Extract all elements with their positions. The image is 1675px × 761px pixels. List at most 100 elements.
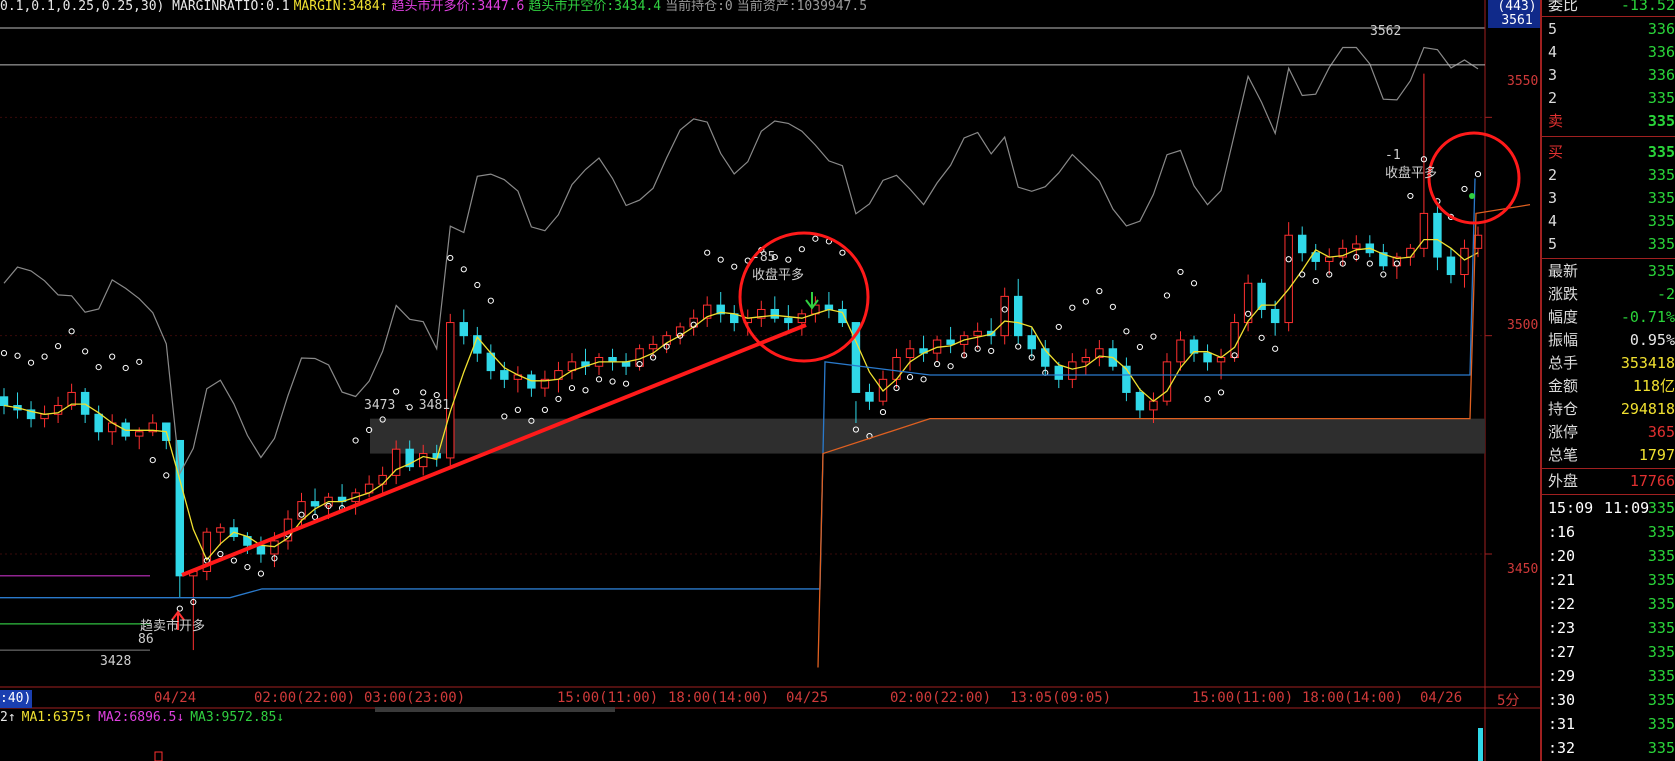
candle-body [270,540,279,555]
sar-dot [1096,288,1103,295]
close-signal-1-label: 收盘平多 [752,268,805,283]
bid-row[interactable]: 2 335 [1542,164,1675,186]
sar-dot [988,347,995,355]
time-label: 13:05(09:05) [1010,690,1112,706]
candle-body [216,527,225,533]
sar-dot [1069,304,1076,311]
open-signal-num: 86 [138,632,154,647]
time-label: 15:00(11:00) [557,690,659,706]
support-zone [370,418,1485,454]
period-selector[interactable]: 5分 [1497,690,1519,710]
ask-row[interactable]: 3 336 [1542,64,1675,86]
sar-dot [717,256,724,263]
sar-dot [541,406,549,413]
chart-scrollbar [375,707,615,712]
sar-dot [785,256,792,263]
sar-dot [1461,185,1468,193]
candle-body [1446,256,1456,276]
current-price-tag: (443) 3561 [1488,0,1546,28]
candle-body [1284,234,1293,324]
candle-body [297,501,306,520]
price-label-3500: 3500 [1507,318,1539,333]
sar-dot [230,557,237,564]
candle-body [824,304,834,310]
volume-bar [1478,728,1483,761]
sar-dot [947,363,954,370]
sar-dot [839,249,846,256]
sar-dot [1380,271,1387,278]
candle-body [1068,361,1077,380]
time-axis-left-tag: :40) [0,690,32,708]
stat-row: 总手 353418 [1548,354,1675,372]
tick-row: :22 335 [1548,595,1675,613]
sar-dot [257,570,265,577]
candle-body [1041,348,1050,367]
price-label-3550: 3550 [1507,74,1539,89]
high-price-label: 3562 [1370,24,1402,39]
candle-body [973,330,982,337]
sar-dot [1190,280,1198,287]
sar-dot [704,249,711,256]
candlestick-chart[interactable] [0,0,1540,761]
sar-dot [95,364,102,371]
zone-range-label: 3473 - 3481 [364,398,451,413]
candle-body [94,413,103,433]
info-item-1: MARGIN:3484↑ [293,0,388,14]
volume-bar [154,751,163,761]
candle-body [608,357,617,363]
low-price-label: 3428 [100,654,132,669]
order-ratio-row: 委比 -13.52 [1548,0,1675,14]
tick-row: :27 335 [1548,643,1675,661]
candle-body [135,431,144,437]
candle-body [905,348,915,358]
sar-dot [460,266,467,273]
stat-row: 涨跌 -2 [1548,285,1675,303]
sar-dot [1109,303,1116,310]
sar-dot [812,235,819,242]
sar-dot [1299,271,1306,278]
price-tag-count: (443) [1497,0,1537,14]
candle-body [459,322,468,337]
candle-body [1027,335,1036,350]
close-signal-2-num: -1 [1385,148,1401,163]
indicator-info-bar: 0.1,0.1,0.25,0.25,30) MARGINRATIO:0.1 MAR… [0,0,871,16]
sar-dot [0,350,8,357]
time-label: 03:00(23:00) [364,690,466,706]
bid-row[interactable]: 4 335 [1542,210,1675,232]
time-label: 02:00(22:00) [890,690,992,706]
ask-row[interactable]: 5 336 [1542,18,1675,40]
ask-row[interactable]: 2 335 [1542,87,1675,109]
sar-dot [1123,328,1130,335]
sar-dot [1366,260,1373,267]
ask-row[interactable]: 卖 335 [1542,110,1675,132]
quote-panel: 委比 -13.52 5 336 4 336 3 336 2 335 卖 335 买 335 2… [1540,0,1675,761]
tick-row: :29 335 [1548,667,1675,685]
sar-dot [1082,298,1089,305]
ask-row[interactable]: 4 336 [1542,41,1675,63]
sar-dot [447,254,454,262]
sar-dot [1177,268,1184,276]
info-item-4: 当前持仓:0 [665,0,733,14]
sar-dot [1015,343,1022,350]
upper-band-line [3,46,1479,476]
tick-row: :16 335 [1548,523,1675,541]
sar-dot [54,343,62,350]
ind-item-2: MA2:6896.5↓ [98,710,185,725]
candle-body [1270,308,1280,324]
stat-row: 幅度 -0.71% [1548,308,1675,326]
bid-row[interactable]: 买 335 [1542,141,1675,163]
sar-dot [906,374,914,381]
stat-row: 涨停 365 [1548,423,1675,441]
tick-row: :23 335 [1548,619,1675,637]
info-item-3: 趋头市开空价:3434.4 [528,0,662,14]
candle-body [1149,400,1158,411]
candle-body [418,453,428,468]
info-item-5: 当前资产:1039947.5 [736,0,868,14]
sar-dot [82,348,89,355]
bid-row[interactable]: 5 335 [1542,233,1675,255]
ind-item-0: 2↑ [0,710,16,725]
sar-dot [14,352,21,359]
time-label: 04/25 [786,690,829,706]
bid-row[interactable]: 3 335 [1542,187,1675,209]
candle-body [1081,357,1091,363]
